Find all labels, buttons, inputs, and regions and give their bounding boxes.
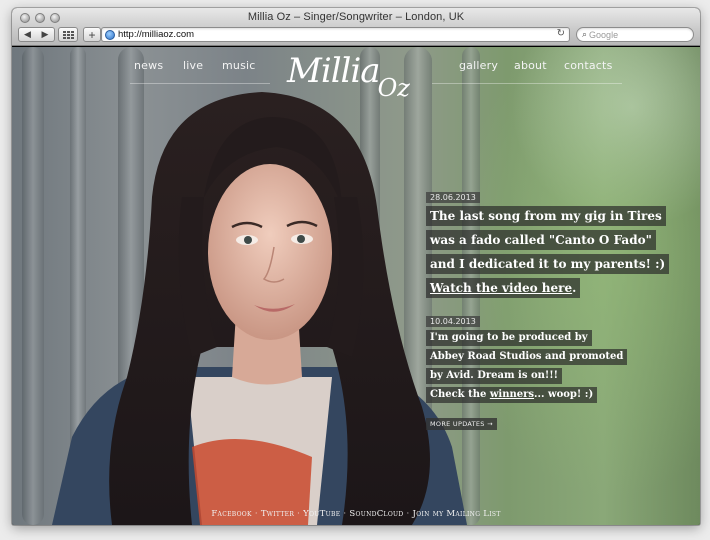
footer-mailing-list-link[interactable]: Join my Mailing List <box>413 509 501 519</box>
footer-facebook-link[interactable]: Facebook <box>211 509 251 519</box>
post-date: 10.04.2013 <box>426 316 480 327</box>
winners-link[interactable]: winners <box>490 389 534 400</box>
footer-twitter-link[interactable]: Twitter <box>261 509 294 519</box>
browser-window: Millia Oz – Singer/Songwriter – London, … <box>12 8 700 525</box>
back-arrow-icon: ◀ <box>24 29 31 39</box>
logo-main-text: Millia <box>287 51 381 91</box>
more-updates-button[interactable]: MORE UPDATES → <box>426 418 497 430</box>
browser-toolbar: Millia Oz – Singer/Songwriter – London, … <box>12 8 700 46</box>
watch-video-link[interactable]: Watch the video here <box>430 281 572 295</box>
post-line: Check the winners... woop! :) <box>426 387 598 403</box>
back-button[interactable]: ◀ <box>18 27 37 42</box>
post-line: Watch the video here. <box>426 278 581 298</box>
search-icon: ⌕ <box>582 29 588 39</box>
window-title: Millia Oz – Singer/Songwriter – London, … <box>247 11 465 23</box>
news-post: 28.06.2013 The last song from my gig in … <box>426 187 670 302</box>
post-line: The last song from my gig in Tires <box>426 206 666 226</box>
grid-icon <box>62 30 74 39</box>
logo-sub-text: Oz <box>377 74 410 102</box>
forward-button[interactable]: ▶ <box>36 27 55 42</box>
nav-news[interactable]: news <box>134 59 163 72</box>
footer-youtube-link[interactable]: YouTube <box>303 509 340 519</box>
post-line: and I dedicated it to my parents! :) <box>426 254 670 274</box>
search-field[interactable]: ⌕ Google <box>576 27 694 42</box>
search-placeholder: Google <box>589 29 619 40</box>
address-bar[interactable]: http://milliaoz.com ↻ <box>101 27 570 42</box>
nav-music[interactable]: music <box>222 59 256 72</box>
nav-about[interactable]: about <box>514 59 547 72</box>
reload-icon[interactable]: ↻ <box>557 28 565 39</box>
post-line: by Avid. Dream is on!!! <box>426 368 563 384</box>
nav-gallery[interactable]: gallery <box>459 59 498 72</box>
url-text: http://milliaoz.com <box>118 29 195 40</box>
web-page: news live music gallery about contacts M… <box>12 47 700 525</box>
plus-icon: + <box>88 27 96 42</box>
post-line: I'm going to be produced by <box>426 330 592 346</box>
post-date: 28.06.2013 <box>426 192 480 203</box>
post-line: Abbey Road Studios and promoted <box>426 349 628 365</box>
globe-icon <box>105 29 115 40</box>
post-line: was a fado called "Canto O Fado" <box>426 230 656 250</box>
site-logo[interactable]: MilliaOz <box>287 51 410 102</box>
nav-live[interactable]: live <box>183 59 203 72</box>
footer-links: Facebook · Twitter · YouTube · SoundCloud · Join… <box>211 509 501 519</box>
forward-arrow-icon: ▶ <box>41 29 49 39</box>
top-sites-button[interactable] <box>58 27 78 42</box>
nav-contacts[interactable]: contacts <box>564 59 613 72</box>
footer-soundcloud-link[interactable]: SoundCloud <box>349 509 403 519</box>
news-post: 10.04.2013 I'm going to be produced by A… <box>426 311 628 406</box>
add-bookmark-button[interactable]: + <box>83 27 101 42</box>
